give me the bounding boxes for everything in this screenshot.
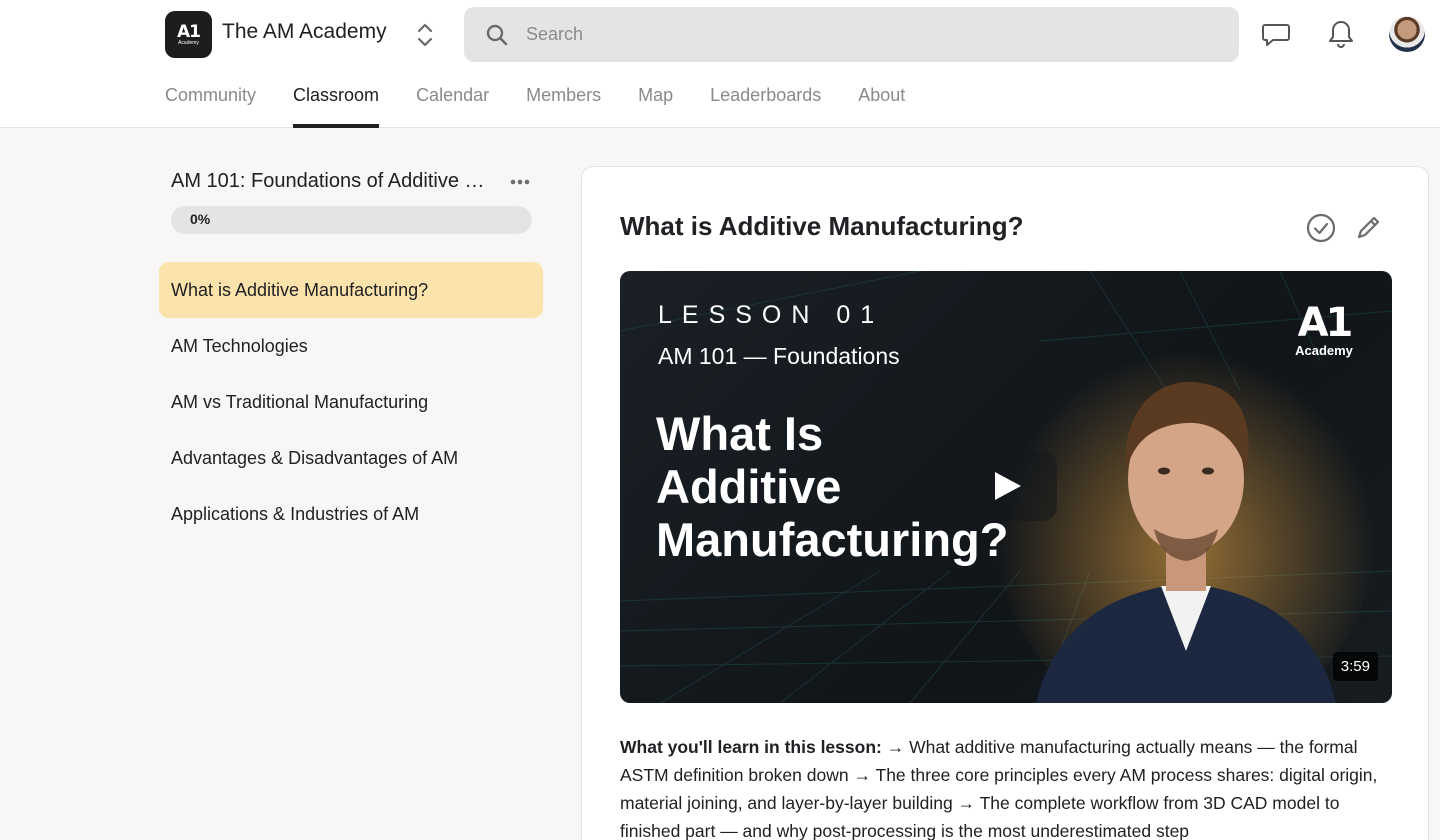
video-eyebrow: LESSON 01 xyxy=(658,301,885,329)
video-brand-subtext: Academy xyxy=(1295,343,1353,358)
lesson-item-advantages[interactable]: Advantages & Disadvantages of AM xyxy=(159,430,543,486)
logo-mark: A1 xyxy=(177,21,201,42)
chat-icon[interactable] xyxy=(1260,18,1292,50)
search-icon xyxy=(486,24,508,46)
description-lead: What you'll learn in this lesson: xyxy=(620,737,882,757)
tab-map[interactable]: Map xyxy=(638,84,673,128)
progress-label: 0% xyxy=(190,211,211,227)
check-circle-icon[interactable] xyxy=(1305,212,1337,244)
course-title: AM 101: Foundations of Additive Manufact… xyxy=(171,170,501,192)
lesson-description: What you'll learn in this lesson: → What… xyxy=(620,733,1392,840)
video-duration: 3:59 xyxy=(1332,652,1378,681)
community-name[interactable]: The AM Academy xyxy=(222,20,387,44)
avatar[interactable] xyxy=(1389,16,1425,52)
main-nav: Community Classroom Calendar Members Map… xyxy=(165,84,942,128)
lesson-card: What is Additive Manufacturing? LESSON 0… xyxy=(581,166,1429,840)
video-player[interactable]: LESSON 01 AM 101 — Foundations What Is A… xyxy=(620,271,1392,703)
tab-about[interactable]: About xyxy=(858,84,905,128)
top-header: A1 Academy The AM Academy Community Clas… xyxy=(0,0,1440,128)
video-brand-mark: A1 xyxy=(1297,300,1354,346)
lesson-list: What is Additive Manufacturing? AM Techn… xyxy=(159,262,543,542)
course-progress-bar: 0% xyxy=(171,206,532,234)
tab-classroom[interactable]: Classroom xyxy=(293,84,380,128)
lesson-title: What is Additive Manufacturing? xyxy=(620,211,1024,241)
tab-community[interactable]: Community xyxy=(165,84,256,128)
search-input[interactable] xyxy=(526,7,1216,62)
lesson-item-am-technologies[interactable]: AM Technologies xyxy=(159,318,543,374)
pencil-icon[interactable] xyxy=(1352,212,1384,244)
lesson-item-what-is-am[interactable]: What is Additive Manufacturing? xyxy=(159,262,543,318)
bell-icon[interactable] xyxy=(1325,18,1357,50)
play-button[interactable] xyxy=(953,451,1057,521)
lesson-item-am-vs-traditional[interactable]: AM vs Traditional Manufacturing xyxy=(159,374,543,430)
more-options-icon[interactable] xyxy=(505,168,535,196)
tab-leaderboards[interactable]: Leaderboards xyxy=(710,84,821,128)
tab-calendar[interactable]: Calendar xyxy=(416,84,489,128)
logo-subtext: Academy xyxy=(178,39,199,46)
chevron-up-down-icon[interactable] xyxy=(413,20,437,50)
search-bar xyxy=(464,7,1239,62)
video-brand-logo: A1 Academy xyxy=(1292,303,1356,358)
community-logo[interactable]: A1 Academy xyxy=(165,11,212,58)
tab-members[interactable]: Members xyxy=(526,84,601,128)
lesson-item-applications[interactable]: Applications & Industries of AM xyxy=(159,486,543,542)
video-subtitle: AM 101 — Foundations xyxy=(658,343,900,369)
play-icon xyxy=(995,472,1021,500)
